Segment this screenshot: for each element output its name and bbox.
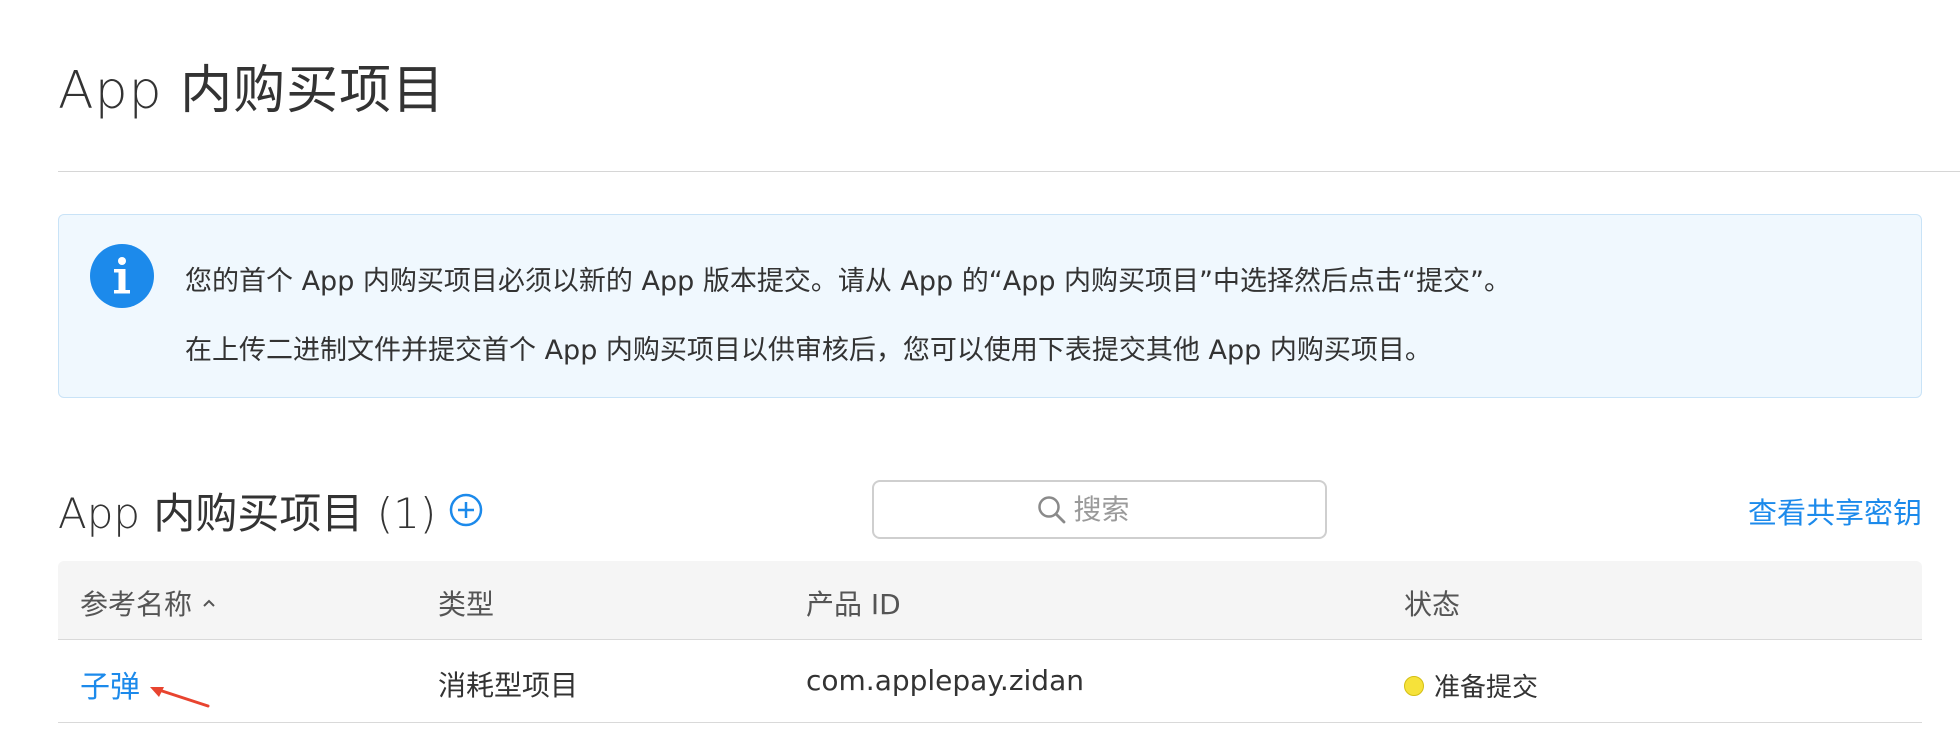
column-header-status[interactable]: 状态 (1404, 583, 1460, 623)
search-box[interactable] (872, 480, 1327, 539)
type-cell: 消耗型项目 (438, 669, 579, 702)
column-header-product-id[interactable]: 产品 ID (806, 583, 901, 623)
status-cell: 准备提交 (1404, 667, 1538, 704)
chevron-up-icon (202, 598, 216, 608)
plus-circle-icon (450, 493, 483, 527)
info-banner: 您的首个 App 内购买项目必须以新的 App 版本提交。请从 App 的“Ap… (58, 214, 1922, 398)
section-title: App 内购买项目 (1) (58, 488, 437, 538)
table-header: 参考名称 类型 产品 ID 状态 (58, 561, 1922, 640)
in-app-purchase-table: 参考名称 类型 产品 ID 状态 子弹 消耗型项目 com.applepay.z… (58, 561, 1922, 723)
title-divider (58, 171, 1960, 172)
view-shared-secret-link[interactable]: 查看共享密钥 (1748, 490, 1922, 532)
annotation-arrow-icon (150, 687, 210, 708)
column-header-label: 参考名称 (80, 588, 193, 621)
column-header-type[interactable]: 类型 (438, 583, 494, 623)
page-title: App 内购买项目 (58, 61, 446, 121)
section-header: App 内购买项目 (1) (58, 480, 484, 540)
search-input[interactable] (1073, 493, 1164, 526)
page: App 内购买项目 您的首个 App 内购买项目必须以新的 App 版本提交。请… (0, 0, 1960, 746)
reference-name-link[interactable]: 子弹 (80, 662, 140, 706)
table-row[interactable]: 子弹 消耗型项目 com.applepay.zidan 准备提交 (58, 640, 1922, 723)
search-icon (1037, 495, 1065, 523)
info-icon (90, 244, 154, 308)
column-header-reference-name[interactable]: 参考名称 (80, 583, 216, 623)
info-message-line-2: 在上传二进制文件并提交首个 App 内购买项目以供审核后，您可以使用下表提交其他… (185, 335, 1432, 366)
product-id-cell: com.applepay.zidan (806, 664, 1084, 697)
info-message-line-1: 您的首个 App 内购买项目必须以新的 App 版本提交。请从 App 的“Ap… (185, 266, 1512, 297)
add-in-app-purchase-button[interactable] (448, 492, 484, 528)
status-dot-icon (1404, 675, 1424, 696)
status-label: 准备提交 (1434, 673, 1539, 703)
